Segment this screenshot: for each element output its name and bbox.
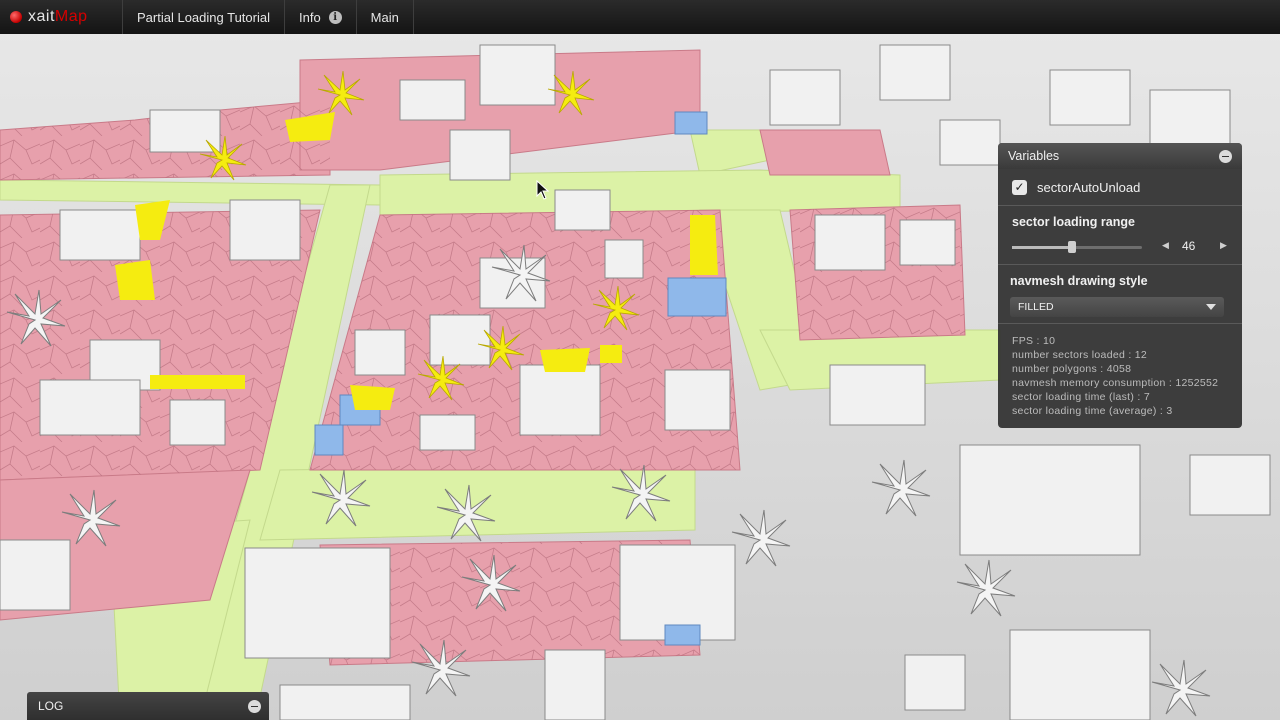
variables-panel: Variables ✓ sectorAutoUnload sector load… bbox=[998, 143, 1242, 428]
collapse-minus-icon[interactable] bbox=[1219, 149, 1232, 163]
variables-panel-header[interactable]: Variables bbox=[998, 143, 1242, 169]
logo-text: xaitMap bbox=[28, 8, 88, 25]
chevron-down-icon bbox=[1206, 304, 1216, 310]
logo-dot-icon bbox=[10, 11, 22, 23]
menu-main[interactable]: Main bbox=[355, 0, 414, 34]
collapse-minus-icon[interactable] bbox=[248, 699, 261, 713]
drawing-style-select[interactable]: FILLED bbox=[1010, 297, 1224, 317]
stat-polygons: number polygons : 4058 bbox=[1012, 363, 1132, 375]
select-value: FILLED bbox=[1018, 301, 1054, 313]
panel-title: Variables bbox=[1008, 149, 1060, 163]
stat-fps: FPS : 10 bbox=[1012, 335, 1056, 347]
stats-readout: FPS : 10 number sectors loaded : 12 numb… bbox=[998, 324, 1242, 428]
range-value: 46 bbox=[1182, 239, 1196, 253]
range-slider[interactable] bbox=[1012, 241, 1142, 253]
menu-item-label: Info bbox=[298, 9, 321, 25]
menu-item-label: Main bbox=[370, 9, 399, 25]
increment-arrow-icon[interactable]: ▶ bbox=[1220, 240, 1227, 251]
app-logo: xaitMap bbox=[0, 8, 122, 26]
range-slider-thumb[interactable] bbox=[1068, 241, 1076, 253]
drawing-style-label: navmesh drawing style bbox=[1010, 274, 1148, 288]
menu-item-label: Partial Loading Tutorial bbox=[137, 9, 270, 25]
log-panel-header[interactable]: LOG bbox=[27, 692, 269, 720]
stat-load-time-last: sector loading time (last) : 7 bbox=[1012, 391, 1150, 403]
stat-sectors-loaded: number sectors loaded : 12 bbox=[1012, 349, 1148, 361]
stat-memory: navmesh memory consumption : 1252552 bbox=[1012, 377, 1219, 389]
menu-partial-loading-tutorial[interactable]: Partial Loading Tutorial bbox=[122, 0, 284, 34]
mouse-cursor-icon bbox=[536, 180, 550, 200]
range-slider-fill bbox=[1012, 246, 1072, 249]
drawing-style-section: navmesh drawing style FILLED bbox=[998, 265, 1242, 324]
log-title: LOG bbox=[38, 699, 64, 713]
menu-info[interactable]: Info i bbox=[283, 0, 356, 34]
range-label: sector loading range bbox=[1012, 215, 1135, 229]
info-icon: i bbox=[328, 10, 342, 24]
sector-loading-range-section: sector loading range ◀ 46 ▶ bbox=[998, 206, 1242, 265]
decrement-arrow-icon[interactable]: ◀ bbox=[1162, 240, 1169, 251]
checkbox-label: sectorAutoUnload bbox=[1037, 179, 1141, 195]
stat-load-time-average: sector loading time (average) : 3 bbox=[1012, 405, 1173, 417]
top-menu-bar: xaitMap Partial Loading Tutorial Info i … bbox=[0, 0, 1280, 34]
sector-auto-unload-checkbox[interactable]: ✓ bbox=[1012, 179, 1027, 195]
sector-auto-unload-row: ✓ sectorAutoUnload bbox=[998, 169, 1242, 206]
